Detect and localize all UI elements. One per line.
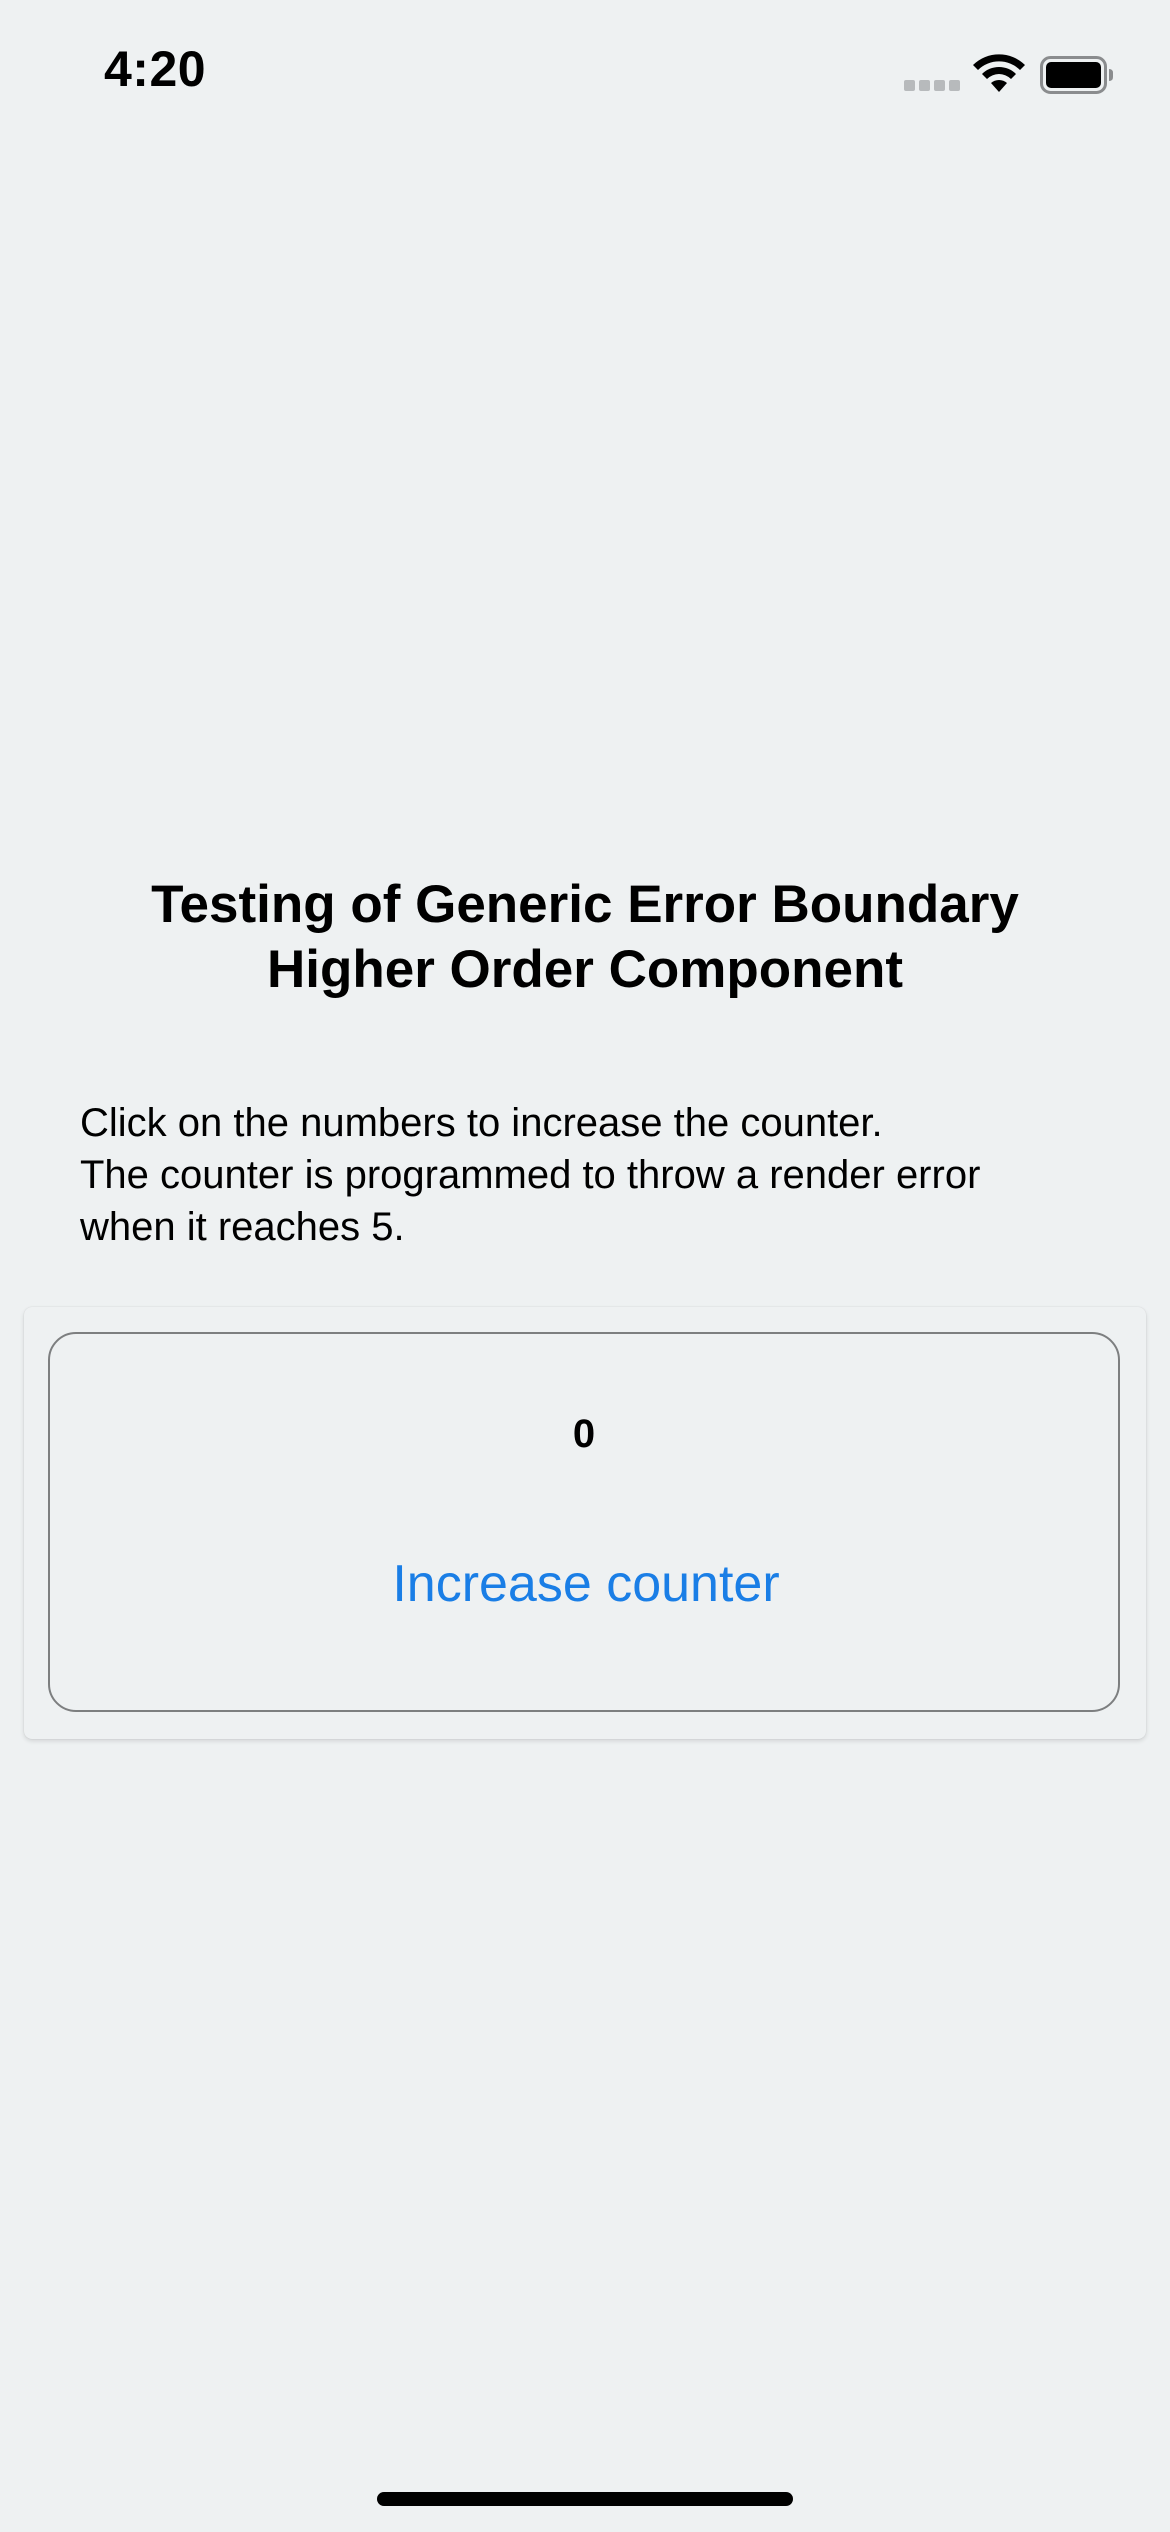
description-text: Click on the numbers to increase the cou…: [80, 1097, 1110, 1253]
page-title-line-1: Testing of Generic Error Boundary: [151, 875, 1019, 934]
description-line-2: The counter is programmed to throw a ren…: [80, 1153, 981, 1197]
counter-box: 0 Increase counter: [48, 1332, 1120, 1712]
status-bar: 4:20: [0, 0, 1170, 150]
description-line-1: Click on the numbers to increase the cou…: [80, 1101, 883, 1145]
page-title-line-2: Higher Order Component: [266, 940, 904, 999]
description-line-3: when it reaches 5.: [80, 1205, 405, 1249]
battery-icon: [1040, 56, 1113, 94]
counter-value[interactable]: 0: [50, 1412, 1118, 1457]
wifi-icon: [973, 54, 1025, 92]
counter-card: 0 Increase counter: [24, 1307, 1146, 1739]
home-indicator[interactable]: [377, 2492, 793, 2506]
page-title: Testing of Generic Error Boundary Higher…: [60, 872, 1110, 1002]
increase-counter-button[interactable]: Increase counter: [336, 1544, 836, 1624]
status-time: 4:20: [104, 41, 207, 97]
cellular-signal-icon: [904, 80, 960, 92]
